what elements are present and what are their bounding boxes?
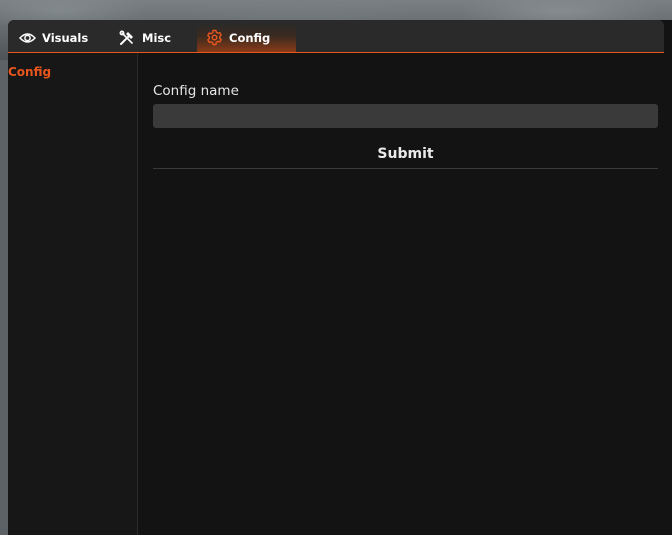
- tab-misc-label: Misc: [142, 30, 172, 45]
- submit-button[interactable]: Submit: [153, 139, 658, 169]
- tab-config[interactable]: Config: [197, 23, 296, 52]
- tools-icon: [118, 29, 136, 47]
- tab-misc[interactable]: Misc: [110, 23, 190, 52]
- tab-visuals[interactable]: Visuals: [10, 23, 106, 52]
- main-panel: Config name Submit: [138, 53, 672, 535]
- tab-visuals-label: Visuals: [42, 30, 89, 45]
- tab-bar: Visuals Misc Config: [8, 20, 664, 53]
- config-name-label: Config name: [153, 83, 239, 99]
- app-window: Visuals Misc Config Config Config name S…: [8, 20, 672, 535]
- sidebar-item-config[interactable]: Config: [8, 65, 51, 79]
- tab-config-label: Config: [229, 30, 271, 45]
- gear-icon: [205, 29, 223, 47]
- config-name-input[interactable]: [153, 104, 658, 128]
- sidebar: Config: [8, 53, 138, 535]
- eye-icon: [18, 29, 36, 47]
